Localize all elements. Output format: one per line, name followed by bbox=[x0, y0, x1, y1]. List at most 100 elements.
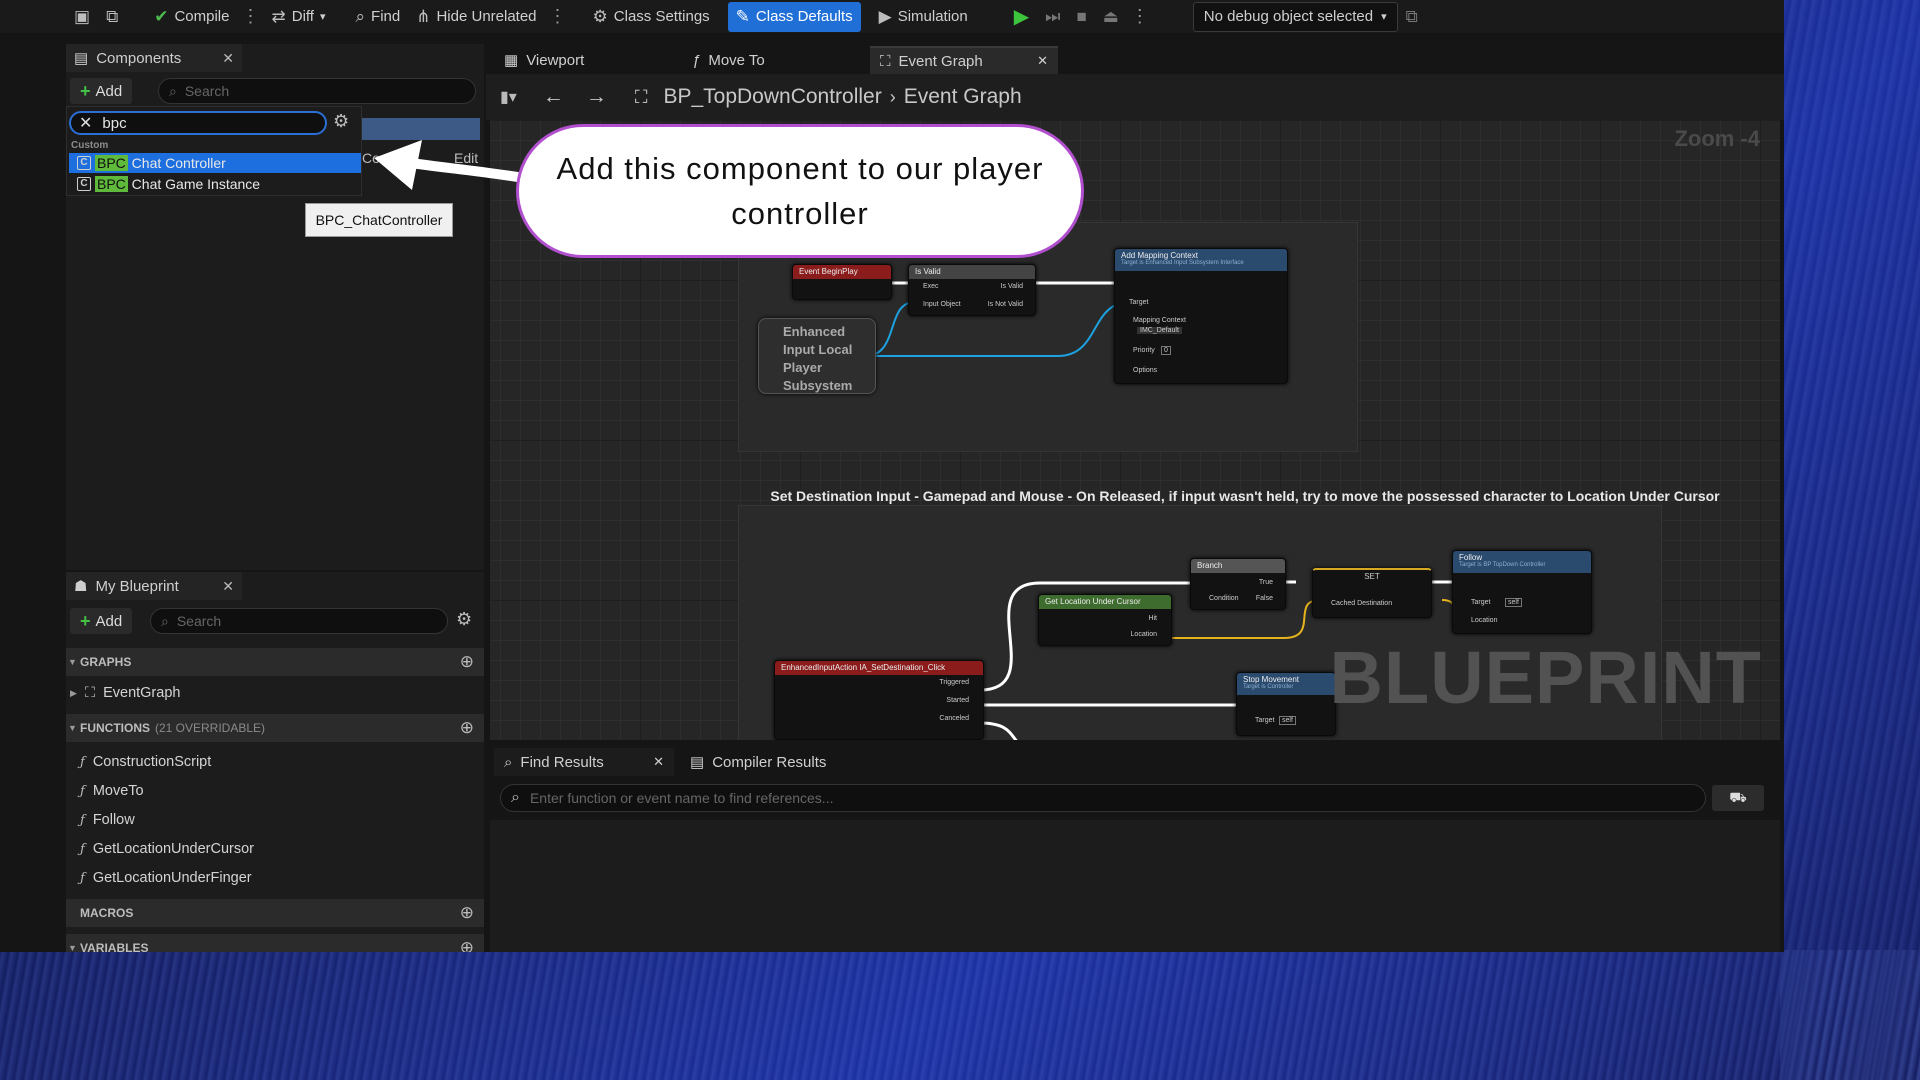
function-label: MoveTo bbox=[92, 783, 144, 799]
compile-label: Compile bbox=[174, 8, 230, 25]
dropdown-item-chat-game-instance[interactable]: C BPC Chat Game Instance bbox=[69, 174, 361, 194]
play-options-icon[interactable]: ⋮ bbox=[1127, 6, 1153, 27]
diff-button[interactable]: ⇄ Diff ▾ bbox=[263, 0, 333, 33]
node-title: Stop Movement bbox=[1243, 675, 1300, 684]
compile-options-icon[interactable]: ⋮ bbox=[237, 6, 263, 27]
dropdown-item-chat-controller[interactable]: C BPC Chat Controller bbox=[69, 153, 361, 173]
stop-button[interactable]: ■ bbox=[1068, 0, 1094, 33]
hide-unrelated-label: Hide Unrelated bbox=[436, 8, 537, 25]
components-search-input[interactable]: ⌕ Search bbox=[158, 78, 476, 104]
bookmark-icon[interactable]: ▮▾ bbox=[500, 87, 517, 107]
tab-my-blueprint[interactable]: ☗ My Blueprint ✕ bbox=[66, 572, 242, 600]
node-event-beginplay[interactable]: Event BeginPlay bbox=[792, 264, 892, 300]
node-enhanced-input-subsystem[interactable]: Enhanced Input Local Player Subsystem bbox=[758, 318, 876, 394]
tab-find-results[interactable]: ⌕ Find Results ✕ bbox=[494, 748, 674, 776]
breadcrumb-root[interactable]: BP_TopDownController bbox=[663, 85, 881, 109]
browse-button[interactable]: ⧉ bbox=[98, 0, 126, 33]
function-item[interactable]: ƒ ConstructionScript bbox=[80, 754, 211, 770]
self-value[interactable]: self bbox=[1279, 716, 1296, 725]
clear-icon[interactable]: ✕ bbox=[79, 113, 92, 133]
background-stripes-right bbox=[1780, 0, 1920, 1080]
graph-navigation-bar: ▮▾ ← → ⛶ BP_TopDownController › Event Gr… bbox=[486, 74, 1784, 120]
add-circle-icon[interactable]: ⊕ bbox=[460, 938, 474, 952]
component-filter-input[interactable]: ✕ bpc bbox=[69, 111, 327, 135]
close-icon[interactable]: ✕ bbox=[222, 50, 234, 67]
node-set-cached-destination[interactable]: SET Cached Destination bbox=[1312, 568, 1432, 618]
add-circle-icon[interactable]: ⊕ bbox=[460, 903, 474, 923]
find-in-blueprints-button[interactable]: ⛟ bbox=[1712, 785, 1764, 811]
close-icon[interactable]: ✕ bbox=[653, 754, 664, 770]
find-references-input[interactable]: ⌕ Enter function or event name to find re… bbox=[500, 784, 1706, 812]
function-item[interactable]: ƒ GetLocationUnderCursor bbox=[80, 841, 254, 857]
add-label: Add bbox=[95, 82, 123, 100]
node-ia-set-destination-click[interactable]: EnhancedInputAction IA_SetDestination_Cl… bbox=[774, 660, 984, 740]
save-button[interactable]: ▣ bbox=[0, 0, 98, 33]
class-settings-button[interactable]: ⚙ Class Settings bbox=[585, 0, 718, 33]
debug-browse-button[interactable]: ⧉ bbox=[1398, 0, 1426, 33]
gear-icon[interactable]: ⚙ bbox=[456, 609, 472, 630]
node-branch[interactable]: Branch Condition True False bbox=[1190, 558, 1286, 610]
play-button[interactable]: ▶ bbox=[1006, 0, 1037, 33]
close-icon[interactable]: ✕ bbox=[222, 578, 234, 595]
section-variables[interactable]: ▼ VARIABLES ⊕ bbox=[66, 934, 484, 952]
find-button[interactable]: ⌕ Find bbox=[348, 0, 409, 33]
tab-compiler-results[interactable]: ▤ Compiler Results bbox=[680, 748, 836, 776]
self-value[interactable]: self bbox=[1505, 598, 1522, 607]
pin-label: Exec bbox=[923, 283, 939, 290]
bottom-tabs: ⌕ Find Results ✕ ▤ Compiler Results bbox=[490, 744, 1780, 776]
forward-arrow-icon[interactable]: → bbox=[586, 85, 607, 109]
node-is-valid[interactable]: Is Valid Exec Input Object Is Valid Is N… bbox=[908, 264, 1036, 316]
eject-button[interactable]: ⏏ bbox=[1095, 0, 1127, 33]
hide-unrelated-options-icon[interactable]: ⋮ bbox=[545, 6, 571, 27]
document-tabs: ▦ Viewport ƒ Move To ⛶ Event Graph ✕ bbox=[486, 44, 1784, 74]
priority-value[interactable]: 0 bbox=[1161, 346, 1171, 355]
debug-object-select[interactable]: No debug object selected ▾ bbox=[1192, 1, 1398, 32]
node-header: Stop Movement Target is Controller bbox=[1237, 673, 1335, 695]
hide-unrelated-button[interactable]: ⋔ Hide Unrelated bbox=[408, 0, 544, 33]
node-add-mapping-context[interactable]: Add Mapping Context Target is Enhanced In… bbox=[1114, 248, 1288, 384]
tab-components[interactable]: ▤ Components ✕ bbox=[66, 44, 242, 72]
function-item[interactable]: ƒ Follow bbox=[80, 812, 135, 828]
tab-label: Viewport bbox=[526, 51, 585, 69]
node-stop-movement[interactable]: Stop Movement Target is Controller Target… bbox=[1236, 672, 1336, 736]
mapping-value[interactable]: IMC_Default bbox=[1137, 327, 1182, 334]
play-icon: ▶ bbox=[1013, 6, 1030, 28]
add-component-button[interactable]: + Add bbox=[70, 78, 133, 104]
add-circle-icon[interactable]: ⊕ bbox=[460, 652, 474, 672]
node-follow[interactable]: Follow Target is BP TopDown Controller Ta… bbox=[1452, 550, 1592, 634]
function-item[interactable]: ƒ MoveTo bbox=[80, 783, 144, 799]
components-icon: ▤ bbox=[74, 50, 89, 67]
node-header: Add Mapping Context Target is Enhanced In… bbox=[1115, 249, 1287, 271]
simulation-icon: ▶ bbox=[878, 6, 892, 26]
close-icon[interactable]: ✕ bbox=[1037, 53, 1048, 69]
back-arrow-icon[interactable]: ← bbox=[543, 85, 564, 109]
tab-label: Compiler Results bbox=[712, 753, 827, 771]
step-button[interactable]: ⏭ bbox=[1037, 0, 1068, 33]
node-get-location-under-cursor[interactable]: Get Location Under Cursor Hit Location bbox=[1038, 594, 1172, 646]
gear-icon[interactable]: ⚙ bbox=[333, 111, 349, 132]
pin-label: Is Valid bbox=[1000, 283, 1023, 290]
function-item[interactable]: ƒ GetLocationUnderFinger bbox=[80, 870, 252, 886]
diff-icon: ⇄ bbox=[271, 6, 286, 26]
my-blueprint-search-input[interactable]: ⌕ Search bbox=[150, 608, 448, 634]
add-member-button[interactable]: + Add bbox=[70, 608, 133, 634]
tab-move-to[interactable]: ƒ Move To bbox=[682, 46, 775, 74]
graph-item-eventgraph[interactable]: ▶ ⛶ EventGraph bbox=[70, 685, 180, 701]
add-circle-icon[interactable]: ⊕ bbox=[460, 718, 474, 738]
pin-label: Is Not Valid bbox=[987, 301, 1023, 308]
graph-icon: ⛶ bbox=[84, 685, 96, 701]
section-graphs[interactable]: ▼ GRAPHS ⊕ bbox=[66, 648, 484, 676]
main-toolbar: ▣ ⧉ ✔ Compile ⋮ ⇄ Diff ▾ ⌕ Find ⋔ Hide Unrela… bbox=[0, 0, 1784, 33]
add-component-dropdown: ✕ bpc ⚙ Custom C BPC Chat Controller C BP… bbox=[66, 106, 362, 196]
search-icon: ⌕ bbox=[504, 753, 513, 771]
section-functions[interactable]: ▼ FUNCTIONS (21 OVERRIDABLE) ⊕ bbox=[66, 714, 484, 742]
tab-event-graph[interactable]: ⛶ Event Graph ✕ bbox=[870, 46, 1058, 74]
tab-viewport[interactable]: ▦ Viewport bbox=[494, 46, 594, 74]
class-defaults-button[interactable]: ✎ Class Defaults bbox=[727, 1, 861, 32]
pin-label: Priority bbox=[1133, 347, 1155, 354]
compile-button[interactable]: ✔ Compile bbox=[146, 0, 237, 33]
pin-label: Mapping Context bbox=[1133, 317, 1186, 324]
simulation-button[interactable]: ▶ Simulation bbox=[871, 0, 976, 33]
section-macros[interactable]: MACROS ⊕ bbox=[66, 899, 484, 927]
pin-label: Cached Destination bbox=[1331, 600, 1393, 607]
